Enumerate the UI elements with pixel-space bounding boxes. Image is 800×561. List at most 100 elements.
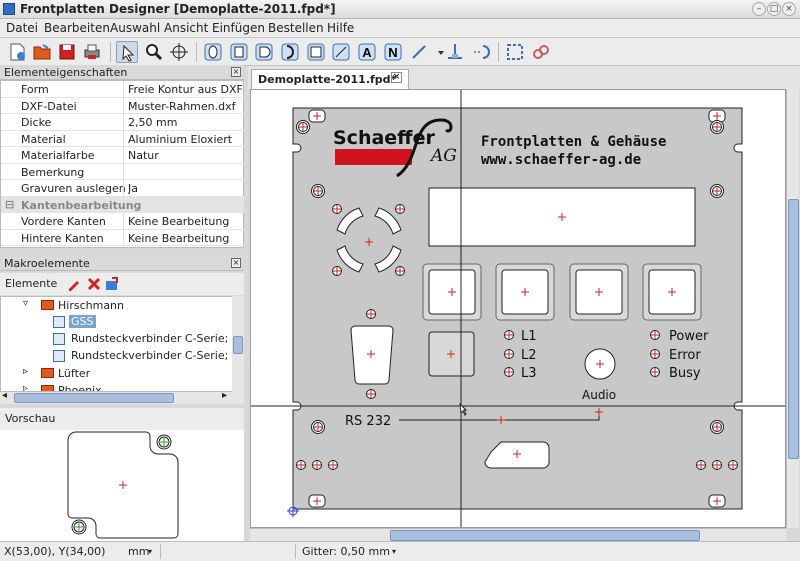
zoom-icon[interactable] [142,41,164,63]
chevron-down-icon[interactable]: ▾ [148,547,152,556]
close-window-button[interactable]: × [782,2,796,16]
cut-icon[interactable] [444,41,466,63]
shape-rect-icon[interactable] [305,41,327,63]
tree-label: Phoenix [58,384,102,392]
text-icon[interactable]: A [356,41,378,63]
property-row[interactable]: Materialfarbe Natur [1,147,244,164]
tree-toggle-icon[interactable]: ▹ [23,366,28,377]
property-value[interactable]: Ja [128,182,243,195]
property-value[interactable]: Freie Kontur aus DXF-D [128,83,243,96]
minimize-button[interactable]: – [752,2,766,16]
scroll-right-icon[interactable]: ▸ [222,390,227,401]
tree-item[interactable]: ▹ Phoenix [1,382,233,392]
property-row[interactable]: Material Aluminium Eloxiert [1,130,244,147]
macro-item-icon [53,350,65,362]
preview-title: Vorschau [5,412,56,425]
property-value[interactable]: Muster-Rahmen.dxf [128,100,243,113]
makro-title: Makroelemente [4,257,90,270]
close-icon[interactable]: × [391,72,402,83]
menu-bearbeiten[interactable]: Bearbeiten [44,21,110,35]
property-row[interactable]: Gravuren auslegen Ja [1,180,244,197]
spline-icon[interactable]: N [382,41,404,63]
menu-einfuegen[interactable]: Einfügen [212,21,265,35]
property-value[interactable]: Keine Bearbeitung [128,232,243,245]
menu-bestellen[interactable]: Bestellen [268,21,324,35]
front-panel-drawing: Schaeffer AG Frontplatten & Gehäuse www.… [251,90,785,527]
folder-icon [41,385,54,391]
led-label-l3: L3 [521,366,537,381]
design-canvas[interactable]: Schaeffer AG Frontplatten & Gehäuse www.… [250,89,786,528]
shape-d-icon[interactable] [253,41,275,63]
title-bar: Frontplatten Designer [Demoplatte-2011.f… [0,0,800,19]
line-icon[interactable] [408,41,430,63]
property-row[interactable]: Bemerkung [1,163,244,180]
tab-document[interactable]: Demoplatte-2011.fpd* × [251,69,409,89]
dropdown-arrow-icon[interactable] [430,41,444,63]
tree-vscroll[interactable] [232,296,244,392]
tree-item[interactable]: Rundsteckverbinder C-Serie; Bohrbild [1,331,233,348]
tree-hscroll[interactable]: ◂ ▸ [0,390,244,404]
status-label-error: Error [669,348,701,363]
property-row[interactable]: Dicke 2,50 mm [1,114,244,131]
collapse-icon[interactable]: ⊟ [5,198,14,211]
property-value[interactable]: Natur [128,149,243,162]
link-icon[interactable] [530,41,552,63]
scroll-left-icon[interactable]: ◂ [2,390,7,401]
property-row[interactable]: Vordere Kanten Keine Bearbeitung [1,213,244,230]
canvas-vscroll[interactable] [786,89,799,528]
save-icon[interactable] [56,41,78,63]
property-value[interactable]: Keine Bearbeitung [128,215,243,228]
tree-item[interactable]: ▹ Lüfter [1,365,233,382]
preview-header: Vorschau [0,408,244,430]
property-row[interactable]: Hintere Kanten Keine Bearbeitung [1,229,244,246]
tree-toggle-icon[interactable]: ▿ [23,298,28,309]
property-value[interactable]: Aluminium Eloxiert [128,133,243,146]
new-file-icon[interactable] [6,41,28,63]
canvas-hscroll[interactable] [250,528,786,541]
chevron-down-icon[interactable]: ▾ [392,547,396,556]
delete-icon[interactable] [86,276,102,292]
property-key: Vordere Kanten [21,215,106,228]
makro-toolbar: Elemente [0,273,244,295]
close-icon[interactable]: × [231,258,241,268]
engraving-line-2: www.schaeffer-ag.de [481,152,641,168]
property-row[interactable]: DXF-Datei Muster-Rahmen.dxf [1,97,244,114]
macro-item-icon [53,316,65,328]
close-icon[interactable]: × [231,67,241,77]
property-row[interactable]: Form Freie Kontur aus DXF-D [1,81,244,98]
import-icon[interactable] [104,276,120,292]
shape-round-icon[interactable] [202,41,224,63]
menu-hilfe[interactable]: Hilfe [327,21,354,35]
shape-square-icon[interactable] [228,41,250,63]
print-icon[interactable] [81,41,103,63]
maximize-button[interactable]: □ [767,2,781,16]
status-label-power: Power [669,329,709,344]
tree-item[interactable]: GSS [1,314,233,331]
properties-table: Form Freie Kontur aus DXF-D DXF-Datei Muste… [0,80,244,248]
toolbar: A N [0,38,800,66]
menu-datei[interactable]: Datei [6,21,38,35]
property-value[interactable]: 2,50 mm [128,116,243,129]
tree-label: Hirschmann [58,299,124,312]
property-group-kantenbearbeitung[interactable]: ⊟ Kantenbearbeitung [1,196,244,213]
open-folder-icon[interactable] [31,41,53,63]
tree-toggle-icon[interactable]: ▹ [23,383,28,391]
property-key: Dicke [21,116,52,129]
grid-select[interactable]: Gitter: 0,50 mm [302,545,390,558]
window-title: Frontplatten Designer [Demoplatte-2011.f… [20,2,336,16]
engraving-line-1: Frontplatten & Gehäuse [481,134,666,150]
menu-ansicht[interactable]: Ansicht [164,21,208,35]
crosshair-icon[interactable] [168,41,190,63]
tree-item[interactable]: Rundsteckverbinder C-Serie; Bohrbild [1,348,233,365]
property-key: DXF-Datei [21,99,77,113]
edit-icon[interactable] [66,276,82,292]
cut-mark-icon[interactable] [470,41,492,63]
shape-right-icon[interactable] [279,41,301,63]
menu-bar: Datei Bearbeiten Auswahl Ansicht Einfüge… [0,19,800,38]
menu-auswahl[interactable]: Auswahl [110,21,160,35]
select-region-icon[interactable] [504,41,526,63]
pointer-icon[interactable] [116,41,138,63]
shape-pocket-icon[interactable] [330,41,352,63]
tree-item[interactable]: ▿ Hirschmann [1,297,233,314]
unit-select[interactable]: mm [128,545,149,558]
